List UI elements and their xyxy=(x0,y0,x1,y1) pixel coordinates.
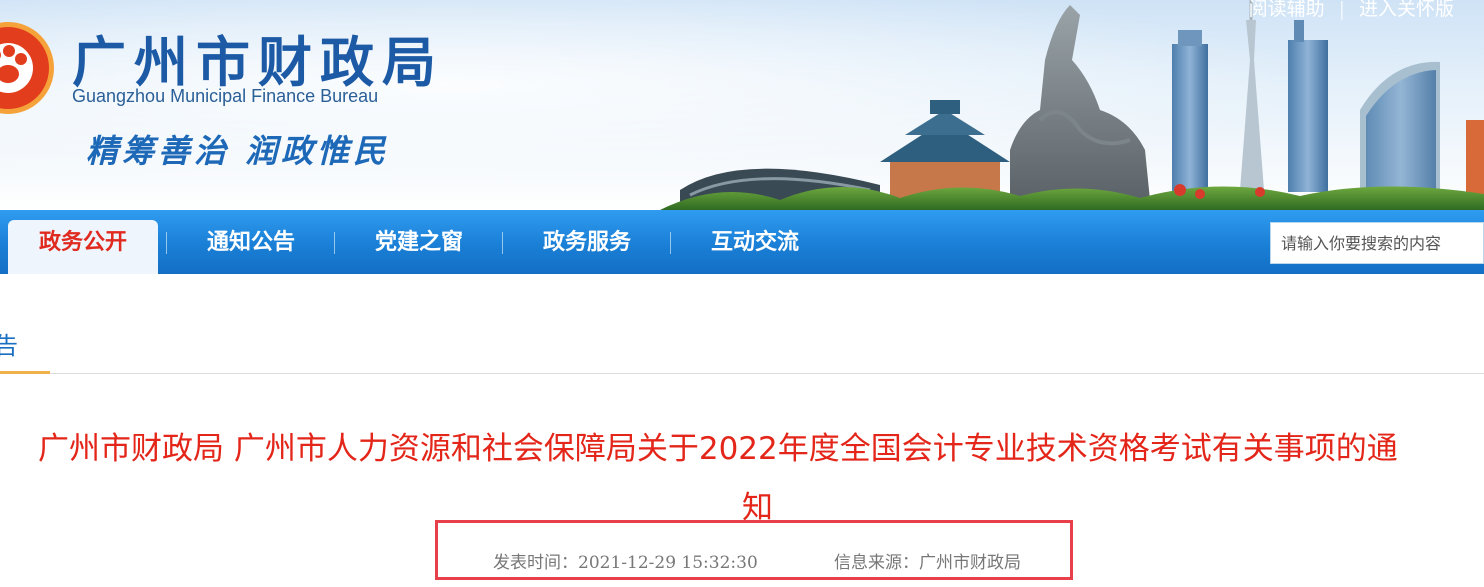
section-breadcrumb-label[interactable]: 告 xyxy=(0,326,18,361)
site-title-english: Guangzhou Municipal Finance Bureau xyxy=(72,86,379,106)
emblem-dot xyxy=(15,53,27,65)
nav-item-interaction[interactable]: 互动交流 xyxy=(680,220,830,274)
nav-item-services[interactable]: 政务服务 xyxy=(512,220,662,274)
search-input[interactable] xyxy=(1270,222,1484,264)
main-navigation: 政务公开 通知公告 党建之窗 政务服务 互动交流 xyxy=(0,210,1484,274)
article-source: 信息来源：广州市财政局 xyxy=(834,553,1021,573)
nav-item-government-affairs[interactable]: 政务公开 xyxy=(8,220,158,274)
emblem-dot xyxy=(3,45,15,57)
top-link-separator: | xyxy=(1338,0,1345,20)
section-divider xyxy=(0,373,1484,374)
top-links: 阅读辅助 | 进入关怀版 xyxy=(1249,0,1454,21)
nav-separator xyxy=(502,232,503,254)
site-motto: 精筹善治 润政惟民 xyxy=(86,132,390,170)
nav-separator xyxy=(334,232,335,254)
reading-assist-link[interactable]: 阅读辅助 xyxy=(1249,0,1325,20)
publish-time: 发表时间：2021-12-29 15:32:30 xyxy=(493,553,758,573)
article-meta-highlight: 发表时间：2021-12-29 15:32:30 信息来源：广州市财政局 xyxy=(435,520,1073,580)
nav-item-party-building[interactable]: 党建之窗 xyxy=(344,220,494,274)
emblem-dot xyxy=(0,49,1,61)
section-active-underline xyxy=(0,371,50,374)
care-mode-link[interactable]: 进入关怀版 xyxy=(1359,0,1454,20)
nav-separator xyxy=(166,232,167,254)
city-skyline-illustration xyxy=(660,0,1484,210)
emblem-dot xyxy=(0,65,19,83)
nav-separator xyxy=(670,232,671,254)
emblem-inner xyxy=(0,43,33,93)
header-banner: 广州市财政局 Guangzhou Municipal Finance Burea… xyxy=(0,0,1484,210)
nav-item-notices[interactable]: 通知公告 xyxy=(176,220,326,274)
article-title: 广州市财政局 广州市人力资源和社会保障局关于2022年度全国会计专业技术资格考试… xyxy=(38,431,1398,467)
